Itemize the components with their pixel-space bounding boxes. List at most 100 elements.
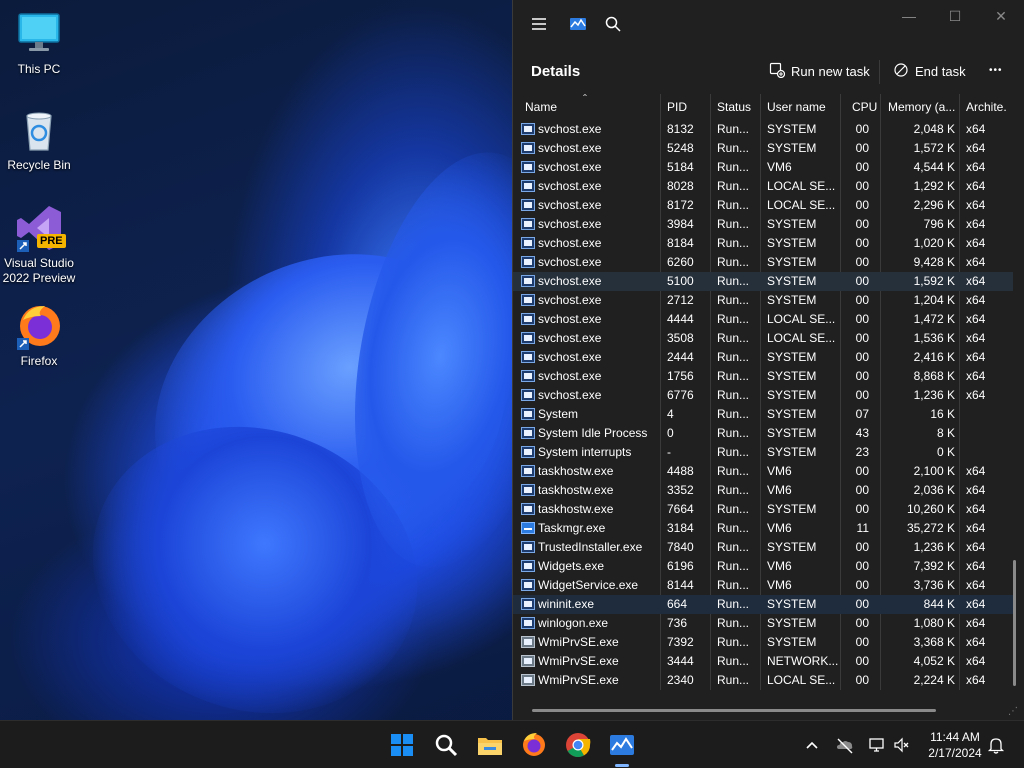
table-row[interactable]: svchost.exe 3508 Run... LOCAL SE... 00 1,536 … <box>513 329 1013 348</box>
process-cpu: 00 <box>855 578 869 592</box>
table-row[interactable]: svchost.exe 3984 Run... SYSTEM 00 796 K x64 <box>513 215 1013 234</box>
table-row[interactable]: Widgets.exe 6196 Run... VM6 00 7,392 K x64 <box>513 557 1013 576</box>
table-row[interactable]: WmiPrvSE.exe 2340 Run... LOCAL SE... 00 2,224… <box>513 671 1013 690</box>
table-row[interactable]: svchost.exe 2444 Run... SYSTEM 00 2,416 K x64 <box>513 348 1013 367</box>
process-architecture: x64 <box>966 141 986 155</box>
run-new-task-button[interactable]: Run new task <box>769 62 870 82</box>
taskbar-file-explorer[interactable] <box>474 729 506 761</box>
process-architecture: x64 <box>966 616 986 630</box>
table-row[interactable]: taskhostw.exe 7664 Run... SYSTEM 00 10,260 K x… <box>513 500 1013 519</box>
table-row[interactable]: svchost.exe 8184 Run... SYSTEM 00 1,020 K x64 <box>513 234 1013 253</box>
column-header-status[interactable]: Status <box>711 94 761 120</box>
process-name-label: svchost.exe <box>538 369 602 383</box>
process-architecture: x64 <box>966 160 986 174</box>
table-row[interactable]: svchost.exe 6260 Run... SYSTEM 00 9,428 K x64 <box>513 253 1013 272</box>
table-row[interactable]: svchost.exe 8132 Run... SYSTEM 00 2,048 K x64 <box>513 120 1013 139</box>
process-pid: 6776 <box>667 388 694 402</box>
network-icon[interactable] <box>867 735 887 755</box>
process-cpu: 00 <box>855 236 869 250</box>
table-row[interactable]: wininit.exe 664 Run... SYSTEM 00 844 K x64 <box>513 595 1013 614</box>
process-name: WmiPrvSE.exe <box>521 633 661 652</box>
process-cpu: 00 <box>855 160 869 174</box>
desktop-icon-recycle-bin[interactable]: Recycle Bin <box>2 106 76 173</box>
process-name-label: svchost.exe <box>538 179 602 193</box>
process-cpu: 00 <box>855 559 869 573</box>
taskbar-chrome[interactable] <box>562 729 594 761</box>
table-row[interactable]: svchost.exe 8172 Run... LOCAL SE... 00 2,296 … <box>513 196 1013 215</box>
table-row[interactable]: svchost.exe 5248 Run... SYSTEM 00 1,572 K x64 <box>513 139 1013 158</box>
table-row[interactable]: Taskmgr.exe 3184 Run... VM6 11 35,272 K x64 <box>513 519 1013 538</box>
end-task-button[interactable]: End task <box>893 62 966 82</box>
application-process-icon <box>521 180 535 192</box>
table-row[interactable]: TrustedInstaller.exe 7840 Run... SYSTEM 00 1,… <box>513 538 1013 557</box>
column-header-cpu[interactable]: CPU <box>846 94 882 120</box>
table-row[interactable]: svchost.exe 5100 Run... SYSTEM 00 1,592 K x64 <box>513 272 1013 291</box>
notifications-bell-icon[interactable] <box>986 735 1006 755</box>
volume-muted-icon[interactable] <box>892 735 912 755</box>
process-memory: 10,260 K <box>906 502 955 516</box>
table-row[interactable]: svchost.exe 2712 Run... SYSTEM 00 1,204 K x64 <box>513 291 1013 310</box>
column-header-user-name[interactable]: User name <box>761 94 841 120</box>
firefox-icon <box>15 302 63 350</box>
taskbar-firefox[interactable] <box>518 729 550 761</box>
process-pid: 6196 <box>667 559 694 573</box>
process-user: SYSTEM <box>767 122 817 136</box>
process-cpu: 00 <box>855 217 869 231</box>
process-user: LOCAL SE... <box>767 179 836 193</box>
table-row[interactable]: svchost.exe 5184 Run... VM6 00 4,544 K x64 <box>513 158 1013 177</box>
system-clock[interactable]: 11:44 AM 2/17/2024 <box>920 729 990 761</box>
show-hidden-icons-chevron-icon[interactable] <box>802 735 822 755</box>
process-memory: 7,392 K <box>913 559 955 573</box>
desktop-icon-firefox[interactable]: Firefox <box>2 302 76 369</box>
process-status: Run... <box>717 255 750 269</box>
resize-grip-icon[interactable]: ⋰ <box>1008 706 1020 718</box>
table-row[interactable]: svchost.exe 6776 Run... SYSTEM 00 1,236 K x64 <box>513 386 1013 405</box>
process-status: Run... <box>717 407 750 421</box>
process-cpu: 00 <box>855 673 869 687</box>
table-row[interactable]: System Idle Process 0 Run... SYSTEM 43 8 K <box>513 424 1013 443</box>
table-row[interactable]: svchost.exe 4444 Run... LOCAL SE... 00 1,472 … <box>513 310 1013 329</box>
table-row[interactable]: WmiPrvSE.exe 7392 Run... SYSTEM 00 3,368 K x64 <box>513 633 1013 652</box>
process-pid: 3508 <box>667 331 694 345</box>
table-row[interactable]: taskhostw.exe 3352 Run... VM6 00 2,036 K x64 <box>513 481 1013 500</box>
title-bar[interactable]: — ☐ ✕ <box>513 0 1024 48</box>
table-row[interactable]: System interrupts - Run... SYSTEM 23 0 K <box>513 443 1013 462</box>
column-header-architecture[interactable]: Archite. <box>960 94 1016 120</box>
table-row[interactable]: svchost.exe 8028 Run... LOCAL SE... 00 1,292 … <box>513 177 1013 196</box>
taskbar-task-manager[interactable] <box>606 729 638 767</box>
process-name: svchost.exe <box>521 196 661 215</box>
process-architecture: x64 <box>966 502 986 516</box>
column-header-name[interactable]: Name <box>519 94 659 120</box>
column-header-memory[interactable]: Memory (a... <box>882 94 960 120</box>
hamburger-menu-icon[interactable] <box>529 14 549 34</box>
desktop-icon-this-pc[interactable]: This PC <box>2 10 76 77</box>
search-icon[interactable] <box>603 14 623 34</box>
process-name-label: svchost.exe <box>538 331 602 345</box>
table-row[interactable]: System 4 Run... SYSTEM 07 16 K <box>513 405 1013 424</box>
more-options-button[interactable]: ••• <box>989 62 1003 82</box>
table-row[interactable]: WmiPrvSE.exe 3444 Run... NETWORK... 00 4,052 … <box>513 652 1013 671</box>
table-row[interactable]: taskhostw.exe 4488 Run... VM6 00 2,100 K x64 <box>513 462 1013 481</box>
maximize-button[interactable]: ☐ <box>937 6 973 26</box>
desktop-icon-visual-studio[interactable]: PRE Visual Studio 2022 Preview <box>2 204 76 286</box>
minimize-button[interactable]: — <box>891 6 927 26</box>
process-name: Taskmgr.exe <box>521 519 661 538</box>
column-header-pid[interactable]: PID <box>661 94 709 120</box>
vertical-scrollbar-thumb[interactable] <box>1013 560 1016 686</box>
process-name: svchost.exe <box>521 215 661 234</box>
start-button[interactable] <box>386 729 418 761</box>
table-row[interactable]: winlogon.exe 736 Run... SYSTEM 00 1,080 K x64 <box>513 614 1013 633</box>
process-cpu: 00 <box>855 464 869 478</box>
onedrive-offline-icon[interactable] <box>835 735 855 755</box>
process-name: svchost.exe <box>521 158 661 177</box>
run-new-task-label: Run new task <box>791 63 870 79</box>
process-user: SYSTEM <box>767 388 817 402</box>
horizontal-scrollbar-thumb[interactable] <box>532 709 936 712</box>
command-separator <box>879 60 880 84</box>
table-row[interactable]: svchost.exe 1756 Run... SYSTEM 00 8,868 K x64 <box>513 367 1013 386</box>
taskbar-search-button[interactable] <box>430 729 462 761</box>
table-row[interactable]: WidgetService.exe 8144 Run... VM6 00 3,736 K x… <box>513 576 1013 595</box>
close-button[interactable]: ✕ <box>983 6 1019 26</box>
process-status: Run... <box>717 521 750 535</box>
task-manager-icon <box>610 735 634 755</box>
